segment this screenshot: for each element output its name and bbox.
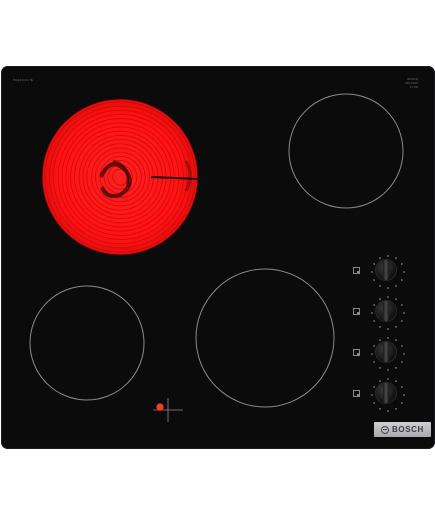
- knob-tick-mark: [401, 279, 403, 281]
- control-knob-1[interactable]: [372, 256, 396, 280]
- model-label: PKE611K17E: [13, 78, 34, 82]
- knob-tick-mark: [403, 312, 405, 314]
- knob-tick-mark: [395, 408, 397, 410]
- knob-tick-mark: [401, 386, 403, 388]
- knob-grip: [383, 301, 389, 321]
- knob-tick-mark: [401, 304, 403, 306]
- control-knob-3[interactable]: [372, 338, 396, 362]
- knob-grip: [383, 260, 389, 280]
- ceramic-hob: PKE611K17E BOSCH 220-240V 5,7 kW BOSCH: [1, 66, 435, 449]
- knob-tick-mark: [401, 361, 403, 363]
- spec-label: BOSCH 220-240V 5,7 kW: [405, 77, 418, 91]
- zone-symbol-icon: [353, 349, 360, 356]
- knob-tick-mark: [401, 402, 403, 404]
- zone-front-left: [29, 285, 145, 401]
- zone-rear-left: [41, 98, 199, 256]
- zone-symbol-icon: [353, 390, 360, 397]
- zone-rear-right: [288, 93, 404, 209]
- bosch-logo-icon: [381, 425, 390, 434]
- cooking-zones: [29, 93, 405, 422]
- knob-tick-mark: [387, 287, 389, 289]
- control-knob-4[interactable]: [372, 379, 396, 403]
- knob-tick-mark: [379, 326, 381, 328]
- knob-tick-mark: [401, 263, 403, 265]
- zone-symbol-icon: [353, 267, 360, 274]
- knob-tick-mark: [401, 320, 403, 322]
- knob-tick-mark: [379, 367, 381, 369]
- knob-tick-mark: [403, 271, 405, 273]
- knob-tick-mark: [379, 285, 381, 287]
- knob-tick-mark: [379, 408, 381, 410]
- control-knob-2[interactable]: [372, 297, 396, 321]
- knob-tick-mark: [387, 410, 389, 412]
- product-stage: PKE611K17E BOSCH 220-240V 5,7 kW BOSCH: [0, 0, 435, 515]
- knob-tick-mark: [395, 326, 397, 328]
- knob-tick-mark: [387, 369, 389, 371]
- knob-tick-mark: [395, 367, 397, 369]
- knob-tick-mark: [401, 345, 403, 347]
- knob-tick-mark: [387, 328, 389, 330]
- zone-symbol-icon: [353, 308, 360, 315]
- spec-line-3: 5,7 kW: [409, 86, 418, 89]
- knob-grip: [383, 383, 389, 403]
- knob-tick-mark: [403, 353, 405, 355]
- zone-front-center: [195, 268, 335, 408]
- knob-tick-mark: [395, 285, 397, 287]
- residual-heat-indicator-icon: [153, 398, 183, 422]
- knob-tick-mark: [403, 394, 405, 396]
- knob-grip: [383, 342, 389, 362]
- brand-plate: BOSCH: [374, 422, 431, 437]
- brand-name: BOSCH: [392, 425, 424, 434]
